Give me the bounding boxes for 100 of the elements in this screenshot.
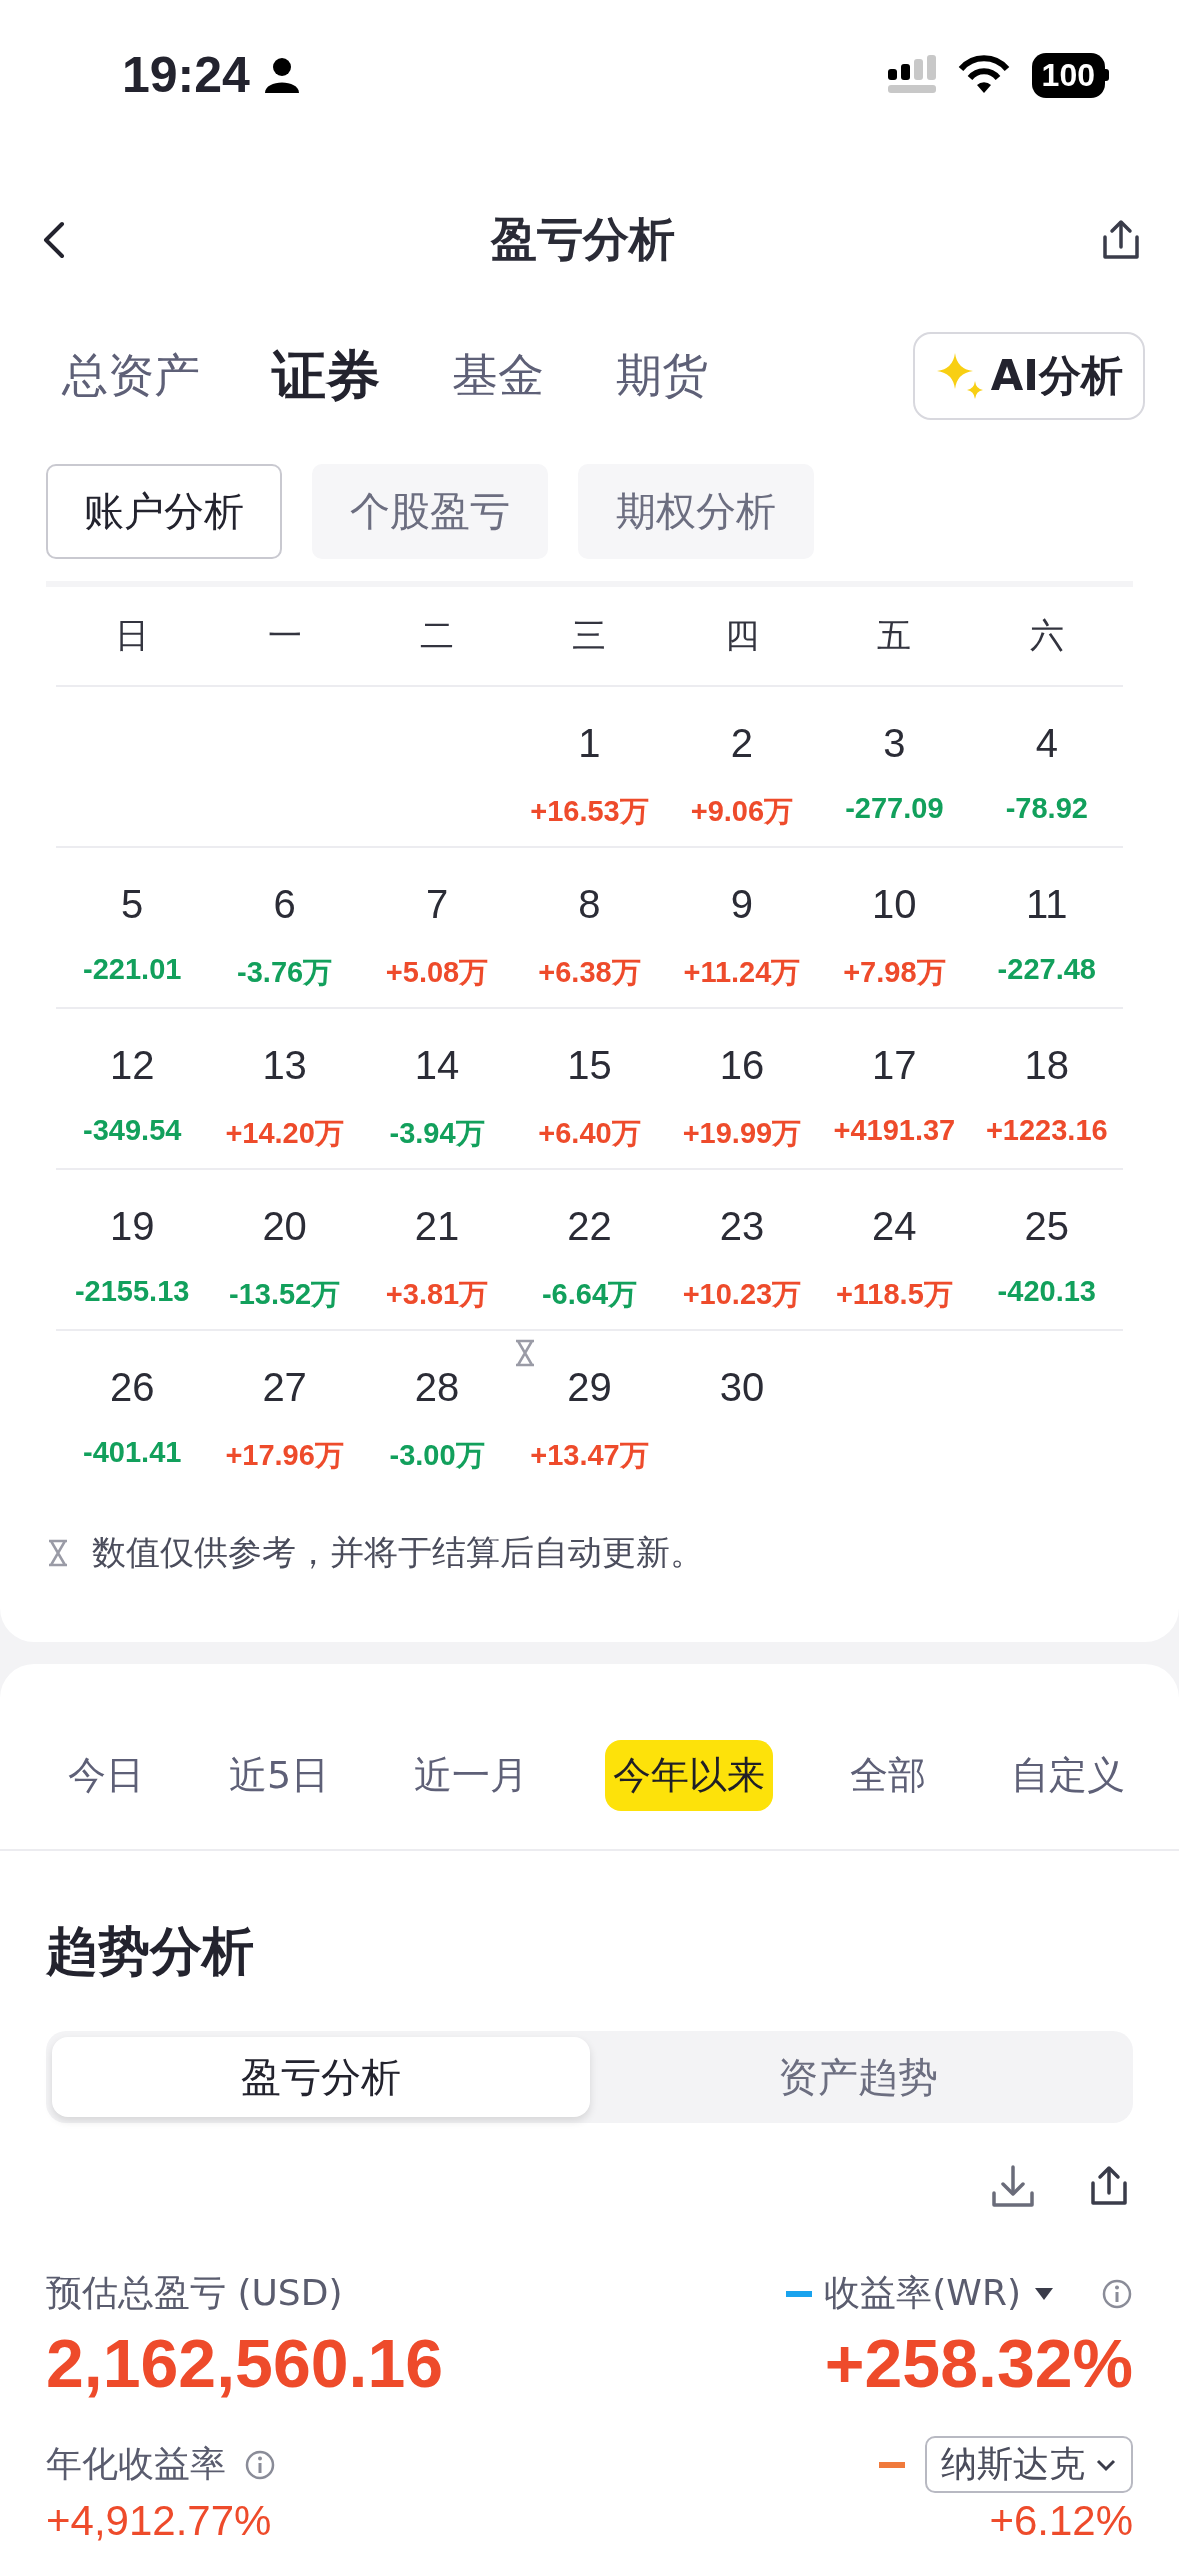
range-tab[interactable]: 近一月 <box>406 1740 537 1811</box>
daily-pnl: -221.01 <box>83 953 182 986</box>
day-number[interactable]: 4 <box>1035 721 1058 766</box>
daily-pnl: -2155.13 <box>74 1275 190 1308</box>
day-number[interactable]: 11 <box>1026 882 1068 927</box>
daily-pnl: -13.52万 <box>229 1277 341 1312</box>
asset-tab[interactable]: 证券 <box>272 339 380 413</box>
page-title: 盈亏分析 <box>490 211 675 268</box>
weekday-label: 三 <box>513 587 666 687</box>
range-tab[interactable]: 自定义 <box>1002 1740 1133 1811</box>
daily-pnl: +4191.37 <box>833 1114 956 1147</box>
daily-pnl: +14.20万 <box>225 1116 344 1151</box>
info-icon[interactable] <box>244 2448 276 2481</box>
day-number[interactable]: 24 <box>872 1204 917 1249</box>
segment-tab[interactable]: 资产趋势 <box>589 2037 1127 2117</box>
day-number[interactable]: 12 <box>109 1043 155 1088</box>
asset-tab[interactable]: 期货 <box>616 345 708 407</box>
hourglass-icon <box>46 1539 70 1567</box>
range-tab[interactable]: 近5日 <box>220 1740 338 1811</box>
analysis-tab[interactable]: 期权分析 <box>578 464 814 559</box>
daily-pnl: +118.5万 <box>835 1277 953 1312</box>
range-tab[interactable]: 今年以来 <box>605 1740 774 1811</box>
metric-label: 预估总盈亏 (USD) <box>46 2271 343 2315</box>
range-tab[interactable]: 全部 <box>842 1740 934 1811</box>
weekday-label: 六 <box>970 587 1123 687</box>
day-number[interactable]: 27 <box>262 1365 307 1410</box>
day-number[interactable]: 9 <box>730 882 754 927</box>
range-tab[interactable]: 今日 <box>60 1740 152 1811</box>
annualized-return-value: +4,912.77% <box>46 2497 272 2545</box>
daily-pnl: -349.54 <box>83 1114 182 1147</box>
asset-tab[interactable]: 总资产 <box>62 345 200 407</box>
day-number[interactable]: 13 <box>262 1043 307 1088</box>
day-number[interactable]: 16 <box>719 1043 765 1088</box>
download-icon[interactable] <box>989 2163 1037 2209</box>
weekday-label: 四 <box>665 587 819 687</box>
asset-tab[interactable]: 基金 <box>452 345 544 407</box>
weekday-label: 五 <box>818 587 971 687</box>
daily-pnl: +11.24万 <box>683 955 801 990</box>
day-number[interactable]: 20 <box>262 1204 307 1249</box>
weekday-label: 一 <box>208 587 361 687</box>
day-number[interactable]: 29 <box>567 1365 612 1410</box>
day-number[interactable]: 19 <box>109 1204 155 1249</box>
weekday-label: 日 <box>56 587 209 687</box>
day-number[interactable]: 15 <box>567 1043 612 1088</box>
daily-pnl: +5.08万 <box>385 955 489 990</box>
day-number[interactable]: 30 <box>719 1365 765 1410</box>
daily-pnl: +19.99万 <box>682 1116 802 1151</box>
daily-pnl: +6.40万 <box>538 1116 641 1151</box>
day-number[interactable]: 14 <box>414 1043 460 1088</box>
daily-pnl: +1223.16 <box>985 1114 1108 1147</box>
benchmark-return-value: +6.12% <box>989 2497 1133 2545</box>
daily-pnl: +10.23万 <box>682 1277 802 1312</box>
ai-analysis-button[interactable]: AI分析 <box>912 332 1145 420</box>
signal-icon <box>887 55 936 95</box>
daily-pnl: -277.09 <box>845 792 944 825</box>
daily-pnl: -401.41 <box>83 1436 182 1469</box>
section-title: 趋势分析 <box>45 1920 255 1983</box>
day-number[interactable]: 26 <box>109 1365 155 1410</box>
day-number[interactable]: 6 <box>273 882 296 927</box>
day-number[interactable]: 10 <box>872 882 917 927</box>
day-number[interactable]: 8 <box>578 882 601 927</box>
metric-label: 年化收益率 <box>46 2442 226 2486</box>
day-number[interactable]: 28 <box>414 1365 460 1410</box>
daily-pnl: -227.48 <box>997 953 1096 986</box>
segment-tab[interactable]: 盈亏分析 <box>52 2037 590 2117</box>
daily-pnl: +16.53万 <box>530 794 649 829</box>
day-number[interactable]: 5 <box>121 882 144 927</box>
day-number[interactable]: 22 <box>567 1204 612 1249</box>
daily-pnl: -3.94万 <box>389 1116 485 1151</box>
day-number[interactable]: 7 <box>425 882 449 927</box>
daily-pnl: +7.98万 <box>843 955 946 990</box>
daily-pnl: +6.38万 <box>538 955 641 990</box>
day-number[interactable]: 23 <box>719 1204 765 1249</box>
daily-pnl: +13.47万 <box>530 1438 649 1473</box>
clock-time: 19:24 <box>122 46 250 104</box>
return-rate-value: +258.32% <box>824 2324 1133 2402</box>
battery-level: 100 <box>1031 52 1105 98</box>
daily-pnl: +3.81万 <box>385 1277 489 1312</box>
total-pnl-value: 2,162,560.16 <box>46 2324 444 2402</box>
daily-pnl: -420.13 <box>997 1275 1096 1308</box>
daily-pnl: +17.96万 <box>225 1438 344 1473</box>
info-icon[interactable] <box>1101 2277 1133 2310</box>
daily-pnl: -3.76万 <box>237 955 333 990</box>
day-number[interactable]: 1 <box>578 721 601 766</box>
day-number[interactable]: 18 <box>1024 1043 1070 1088</box>
day-number[interactable]: 25 <box>1024 1204 1070 1249</box>
daily-pnl: -6.64万 <box>541 1277 638 1312</box>
daily-pnl: +9.06万 <box>690 794 794 829</box>
analysis-tab[interactable]: 个股盈亏 <box>312 464 548 559</box>
wifi-icon <box>957 55 1010 95</box>
analysis-tab[interactable]: 账户分析 <box>46 464 282 559</box>
legend-label[interactable]: 收益率(WR) <box>824 2269 1021 2318</box>
day-number[interactable]: 3 <box>883 721 906 766</box>
daily-pnl: -3.00万 <box>389 1438 485 1473</box>
daily-pnl: -78.92 <box>1005 792 1088 825</box>
day-number[interactable]: 17 <box>872 1043 917 1088</box>
day-number[interactable]: 21 <box>414 1204 460 1249</box>
weekday-label: 二 <box>360 587 514 687</box>
benchmark-dropdown[interactable]: 纳斯达克 <box>925 2436 1133 2493</box>
day-number[interactable]: 2 <box>730 721 754 766</box>
